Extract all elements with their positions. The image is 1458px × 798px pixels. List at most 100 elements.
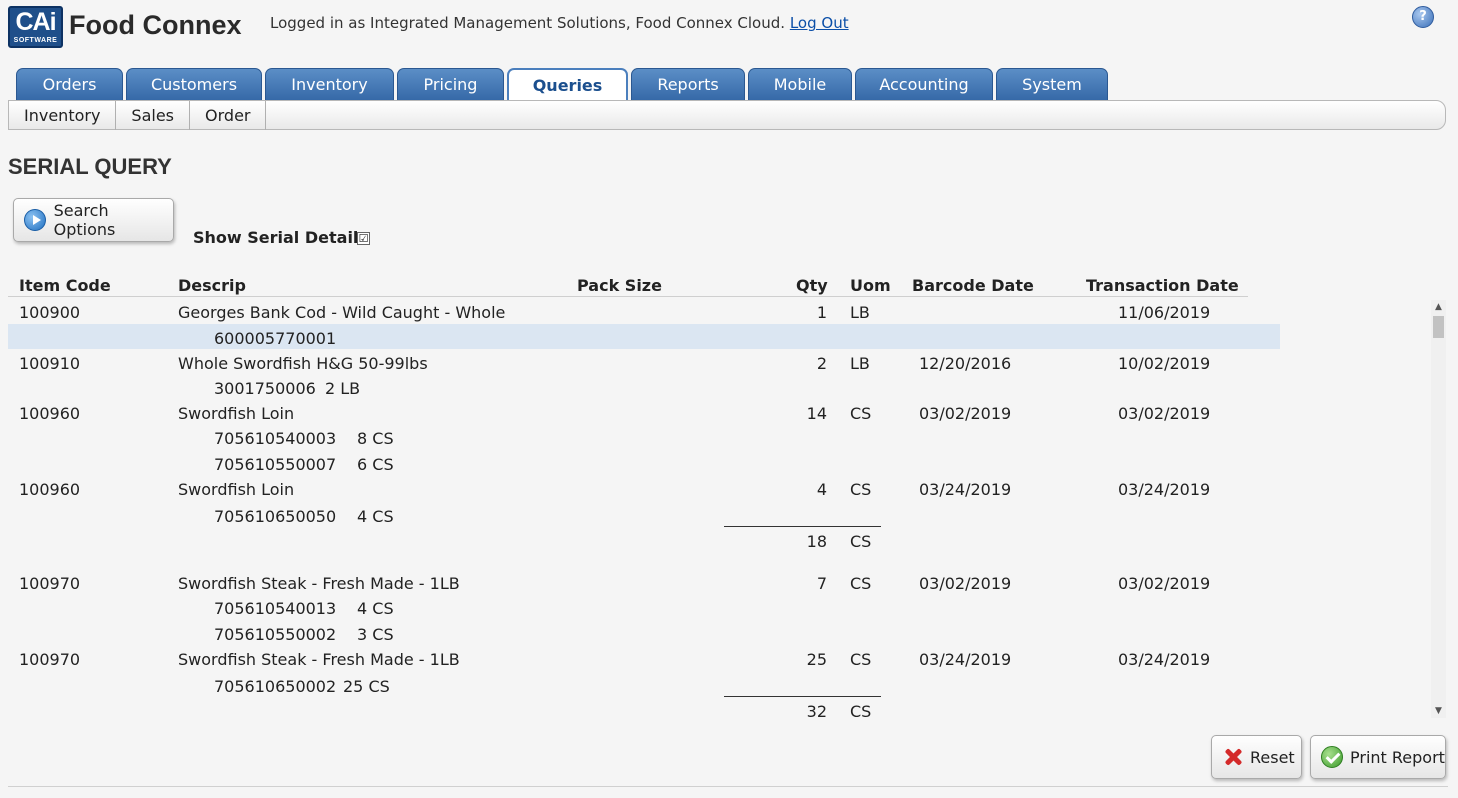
main-tabs: Orders Customers Inventory Pricing Queri… [16,68,1111,100]
reset-button[interactable]: Reset [1211,735,1302,779]
page-title: SERIAL QUERY [8,154,172,179]
uom-cell[interactable]: LB [850,354,870,373]
scroll-thumb[interactable] [1433,316,1444,338]
barcode-date-cell[interactable]: 12/20/2016 [919,354,1011,373]
serial-number[interactable]: 3001750006 [214,379,316,398]
close-icon [1223,747,1243,767]
col-uom[interactable]: Uom [850,276,891,295]
scroll-down-icon[interactable]: ▼ [1431,704,1446,718]
item-code-cell[interactable]: 100910 [19,354,80,373]
descrip-cell[interactable]: Swordfish Loin [178,404,294,423]
item-code-cell[interactable]: 100970 [19,650,80,669]
tab-orders[interactable]: Orders [16,68,123,100]
serial-number[interactable]: 705610550002 [214,625,336,644]
subtotal-qty: 32 [806,702,827,718]
barcode-date-cell[interactable]: 03/24/2019 [919,650,1011,669]
uom-cell[interactable]: CS [850,574,871,593]
scroll-up-icon[interactable]: ▲ [1431,300,1446,314]
col-transaction-date[interactable]: Transaction Date [1086,276,1239,295]
transaction-date-cell[interactable]: 11/06/2019 [1118,303,1210,322]
footer-divider [8,786,1448,787]
serial-amount: 4 CS [357,599,394,618]
transaction-date-cell[interactable]: 03/24/2019 [1118,480,1210,499]
reset-label: Reset [1250,747,1295,767]
uom-cell[interactable]: CS [850,404,871,423]
qty-cell[interactable]: 25 [788,650,827,669]
barcode-date-cell[interactable]: 03/02/2019 [919,404,1011,423]
barcode-date-cell[interactable]: 03/02/2019 [919,574,1011,593]
tab-accounting[interactable]: Accounting [855,68,993,100]
qty-cell[interactable]: 7 [788,574,827,593]
subtotal-rule [724,526,881,527]
tab-inventory[interactable]: Inventory [265,68,394,100]
col-barcode-date[interactable]: Barcode Date [912,276,1034,295]
results-table: 100900 Georges Bank Cod - Wild Caught - … [8,298,1448,718]
subtotal-qty: 18 [806,532,827,551]
transaction-date-cell[interactable]: 03/24/2019 [1118,650,1210,669]
search-options-label: Search Options [53,201,116,239]
product-name: Food Connex [69,10,242,40]
check-icon [1321,746,1343,768]
tab-pricing[interactable]: Pricing [397,68,504,100]
serial-number[interactable]: 600005770001 [214,329,336,348]
tab-system[interactable]: System [996,68,1108,100]
serial-number[interactable]: 705610650002 [214,677,336,696]
tab-customers[interactable]: Customers [126,68,262,100]
uom-cell[interactable]: CS [850,480,871,499]
tab-reports[interactable]: Reports [631,68,745,100]
serial-number[interactable]: 705610540003 [214,429,336,448]
tab-mobile[interactable]: Mobile [748,68,852,100]
serial-amount: 6 CS [357,455,394,474]
col-pack-size[interactable]: Pack Size [577,276,662,295]
serial-number[interactable]: 705610550007 [214,455,336,474]
serial-amount: 8 CS [357,429,394,448]
selected-row-highlight [8,324,1280,349]
col-item-code[interactable]: Item Code [19,276,111,295]
item-code-cell[interactable]: 100960 [19,404,80,423]
app-header: CAi SOFTWARE Food Connex Logged in as In… [8,6,1448,50]
subnav-bar: Inventory Sales Order [8,100,1446,130]
login-text: Logged in as Integrated Management Solut… [270,14,786,32]
transaction-date-cell[interactable]: 03/02/2019 [1118,574,1210,593]
print-report-button[interactable]: Print Report [1310,735,1446,779]
qty-cell[interactable]: 1 [788,303,827,322]
show-serial-detail-checkbox[interactable]: ☑ [357,232,370,245]
help-icon[interactable]: ? [1412,6,1434,28]
serial-number[interactable]: 705610650050 [214,507,336,526]
login-info: Logged in as Integrated Management Solut… [270,14,849,32]
print-report-label: Print Report [1350,747,1445,767]
qty-cell[interactable]: 4 [788,480,827,499]
subtab-inventory[interactable]: Inventory [9,101,117,130]
descrip-cell[interactable]: Swordfish Loin [178,480,294,499]
uom-cell[interactable]: CS [850,650,871,669]
subtab-sales[interactable]: Sales [116,101,191,130]
col-qty[interactable]: Qty [796,276,828,295]
transaction-date-cell[interactable]: 03/02/2019 [1118,404,1210,423]
col-descrip[interactable]: Descrip [178,276,246,295]
logout-link[interactable]: Log Out [790,14,849,32]
descrip-cell[interactable]: Swordfish Steak - Fresh Made - 1LB [178,650,460,669]
serial-number[interactable]: 705610540013 [214,599,336,618]
cai-logo: CAi SOFTWARE [8,6,63,48]
subtotal-uom: CS [850,532,872,551]
results-scrollbar[interactable]: ▲ ▼ [1431,300,1446,718]
descrip-cell[interactable]: Georges Bank Cod - Wild Caught - Whole [178,303,505,322]
qty-cell[interactable]: 2 [788,354,827,373]
subtab-order[interactable]: Order [190,101,267,130]
uom-cell[interactable]: LB [850,303,870,322]
search-options-button[interactable]: Search Options [13,198,174,242]
qty-cell[interactable]: 14 [788,404,827,423]
descrip-cell[interactable]: Whole Swordfish H&G 50-99lbs [178,354,428,373]
item-code-cell[interactable]: 100900 [19,303,80,322]
show-serial-detail-label: Show Serial Detail [193,228,359,247]
header-divider [8,296,1248,297]
tab-queries[interactable]: Queries [507,68,628,100]
barcode-date-cell[interactable]: 03/24/2019 [919,480,1011,499]
transaction-date-cell[interactable]: 10/02/2019 [1118,354,1210,373]
serial-amount: 25 CS [343,677,390,696]
item-code-cell[interactable]: 100970 [19,574,80,593]
item-code-cell[interactable]: 100960 [19,480,80,499]
serial-amount: 2 LB [325,379,361,398]
subtotal-rule [724,696,881,697]
descrip-cell[interactable]: Swordfish Steak - Fresh Made - 1LB [178,574,460,593]
